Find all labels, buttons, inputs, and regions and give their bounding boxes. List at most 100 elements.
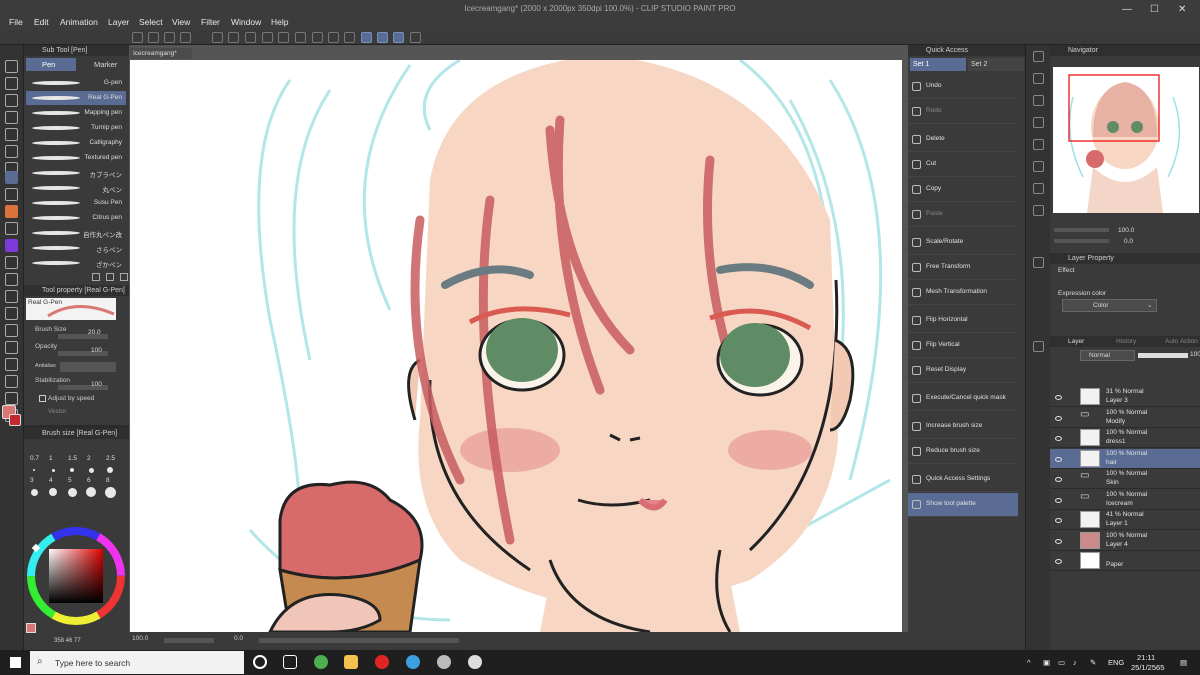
quick-access-item[interactable]: Reset Display: [908, 359, 1018, 383]
tab-marker[interactable]: Marker: [78, 58, 128, 71]
gradient-tool-icon[interactable]: [5, 307, 18, 320]
minimize-icon[interactable]: —: [1122, 4, 1132, 15]
sub-tool-item[interactable]: G-pen: [26, 76, 126, 90]
pen-icon[interactable]: ✎: [1090, 658, 1096, 667]
quick-access-item[interactable]: Redo: [908, 100, 1018, 124]
brush-size-dot[interactable]: [30, 488, 38, 496]
help-icon[interactable]: [410, 32, 421, 43]
tab-history[interactable]: History: [1116, 338, 1136, 345]
clip-studio-icon[interactable]: [132, 32, 143, 43]
brush-size-option[interactable]: 2: [87, 455, 91, 462]
zoom-slider[interactable]: [164, 638, 214, 643]
brush-tool-icon[interactable]: [5, 205, 18, 218]
redo-icon[interactable]: [228, 32, 239, 43]
move-tool-icon[interactable]: [5, 77, 18, 90]
layer-search-icon[interactable]: [1033, 257, 1044, 268]
color-wheel[interactable]: [26, 526, 126, 626]
sub-tool-item[interactable]: Textured pen: [26, 151, 126, 165]
frame-tool-icon[interactable]: [5, 341, 18, 354]
zoom-tool-icon[interactable]: [5, 60, 18, 73]
open-icon[interactable]: [164, 32, 175, 43]
notification-icon[interactable]: ▤: [1180, 658, 1187, 667]
clock-date[interactable]: 25/1/2565: [1131, 663, 1164, 672]
brush-size-dot[interactable]: [51, 468, 55, 472]
sub-tool-item[interactable]: Calligraphy: [26, 136, 126, 150]
quick-access-item[interactable]: Flip Vertical: [908, 334, 1018, 358]
balloon-tool-icon[interactable]: [5, 392, 18, 405]
clip-studio-app-icon[interactable]: [437, 655, 451, 669]
menu-select[interactable]: Select: [139, 17, 163, 27]
copy-sub-tool-icon[interactable]: [106, 273, 114, 281]
sub-tool-item[interactable]: さらペン: [26, 241, 126, 255]
move-layer-tool-icon[interactable]: [5, 111, 18, 124]
tab-pen[interactable]: Pen: [26, 58, 76, 71]
volume-icon[interactable]: ♪: [1073, 658, 1077, 667]
task-view-icon[interactable]: [253, 655, 267, 669]
operation-tool-icon[interactable]: [5, 94, 18, 107]
clear-outside-icon[interactable]: [262, 32, 273, 43]
brush-size-dot[interactable]: [107, 467, 113, 473]
undo-icon[interactable]: [212, 32, 223, 43]
quick-access-item[interactable]: Flip Horizontal: [908, 309, 1018, 333]
sub-color-swatch[interactable]: [9, 414, 21, 426]
brush-size-dot[interactable]: [33, 469, 35, 471]
taskbar-search[interactable]: ⌕ Type here to search: [30, 651, 244, 674]
navigator-panel-icon[interactable]: [1033, 51, 1044, 62]
pencil-tool-icon[interactable]: [5, 188, 18, 201]
language-indicator[interactable]: ENG: [1108, 658, 1124, 667]
quick-access-item[interactable]: Undo: [908, 75, 1018, 99]
chevron-up-icon[interactable]: ^: [1027, 658, 1031, 667]
figure-tool-icon[interactable]: [5, 324, 18, 337]
material-panel-icon[interactable]: [1033, 117, 1044, 128]
sub-view-panel-icon[interactable]: [1033, 73, 1044, 84]
expression-color-select[interactable]: Color ⌄: [1062, 299, 1157, 312]
brush-size-dot[interactable]: [86, 487, 96, 497]
menu-view[interactable]: View: [172, 17, 190, 27]
quick-access-item[interactable]: Execute/Cancel quick mask: [908, 387, 1018, 411]
text-tool-icon[interactable]: [5, 375, 18, 388]
brush-size-dot[interactable]: [104, 486, 116, 498]
sub-tool-item[interactable]: Mapping pen: [26, 106, 126, 120]
material-panel-icon-3[interactable]: [1033, 161, 1044, 172]
menu-animation[interactable]: Animation: [60, 17, 98, 27]
file-explorer-icon[interactable]: [344, 655, 358, 669]
layer-row[interactable]: 100 % Normal Layer 4: [1050, 531, 1200, 551]
snap-special-ruler-icon[interactable]: [377, 32, 388, 43]
opacity-value[interactable]: 100: [91, 347, 102, 354]
fill-icon[interactable]: [278, 32, 289, 43]
brush-size-value[interactable]: 20.0: [88, 329, 101, 336]
layer-row[interactable]: ▭ 100 % Normal Skin: [1050, 469, 1200, 489]
navigator-rotation[interactable]: 0.0: [1124, 238, 1133, 245]
brush-size-dot[interactable]: [88, 467, 94, 473]
quick-access-item[interactable]: Show tool palette: [908, 493, 1018, 517]
menu-file[interactable]: File: [9, 17, 23, 27]
navigator-zoom-slider[interactable]: [1054, 228, 1109, 232]
brush-size-option[interactable]: 6: [87, 477, 91, 484]
sub-tool-item[interactable]: Citrus pen: [26, 211, 126, 225]
layer-row[interactable]: ▭ 100 % Normal Modify: [1050, 408, 1200, 428]
brush-size-option[interactable]: 0.7: [30, 455, 39, 462]
camera-icon[interactable]: ▣: [1043, 658, 1050, 667]
eye-icon[interactable]: [1055, 497, 1062, 503]
main-color-chip[interactable]: [26, 623, 36, 633]
save-icon[interactable]: [180, 32, 191, 43]
layer-row[interactable]: 41 % Normal Layer 1: [1050, 510, 1200, 530]
tab-set-1[interactable]: Set 1: [910, 58, 966, 71]
quick-access-item[interactable]: Scale/Rotate: [908, 231, 1018, 255]
quick-access-item[interactable]: Cut: [908, 153, 1018, 177]
material-panel-icon-4[interactable]: [1033, 183, 1044, 194]
brush-size-dot[interactable]: [49, 488, 57, 496]
invert-selection-icon[interactable]: [328, 32, 339, 43]
tab-auto-action[interactable]: Auto Action: [1165, 338, 1198, 345]
blend-tool-icon[interactable]: [5, 273, 18, 286]
material-panel-icon-5[interactable]: [1033, 205, 1044, 216]
opera-icon[interactable]: [375, 655, 389, 669]
layer-opacity-slider[interactable]: [1138, 353, 1188, 358]
layer-row[interactable]: 31 % Normal Layer 3: [1050, 387, 1200, 407]
menu-layer[interactable]: Layer: [108, 17, 129, 27]
eye-icon[interactable]: [1055, 415, 1062, 421]
close-icon[interactable]: ✕: [1178, 4, 1186, 15]
eye-icon[interactable]: [1055, 518, 1062, 523]
magic-wand-tool-icon[interactable]: [5, 145, 18, 158]
lasso-tool-icon[interactable]: [5, 128, 18, 141]
